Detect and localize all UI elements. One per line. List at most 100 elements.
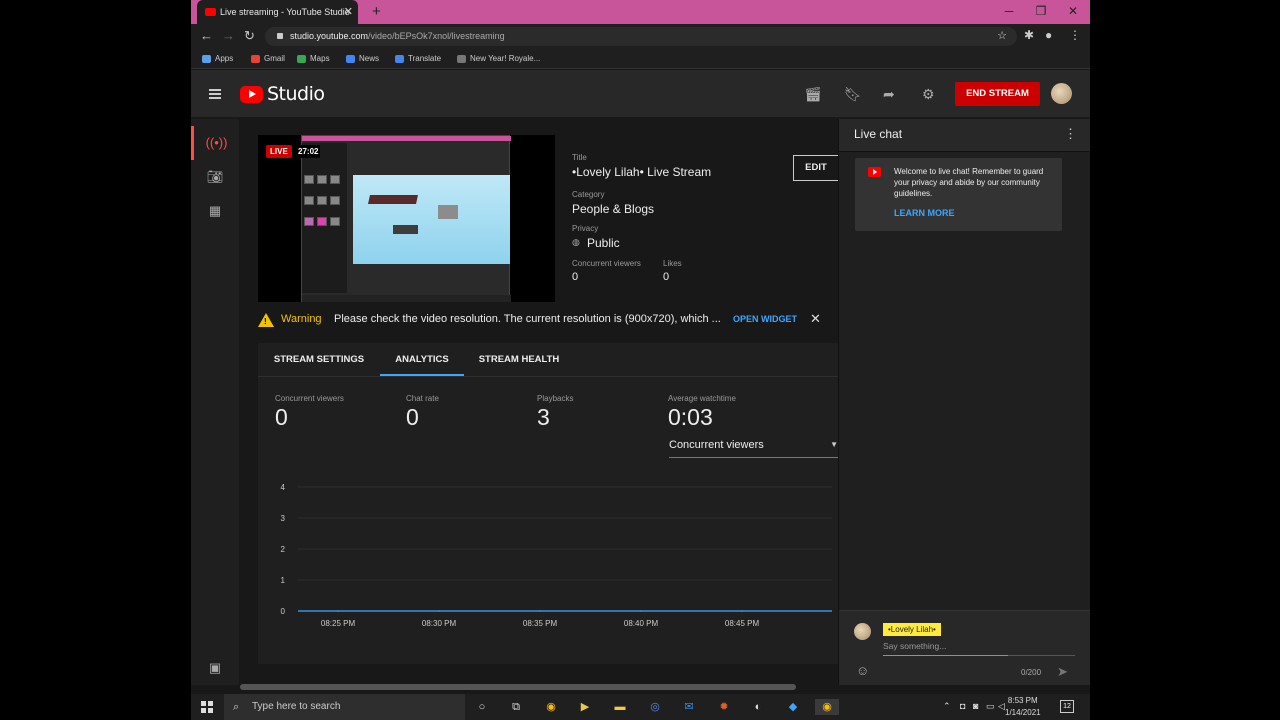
preview-tile	[317, 175, 327, 184]
stream-live-icon[interactable]: ((•))	[191, 126, 239, 160]
concurrent-viewers-value: 0	[572, 271, 579, 283]
bookmark-star-icon[interactable]: ☆	[997, 27, 1007, 46]
url-field[interactable]: studio.youtube.com/video/bEPsOk7xnol/liv…	[265, 27, 1017, 46]
media-player-icon[interactable]: ▶	[577, 699, 593, 715]
file-explorer-icon[interactable]: ▬	[612, 699, 628, 715]
chrome-alt-icon[interactable]: ◎	[647, 699, 663, 715]
reload-icon[interactable]: ↻	[244, 27, 255, 45]
browser-menu-icon[interactable]: ⋮	[1069, 28, 1081, 42]
warning-icon: !	[258, 313, 274, 327]
analytics-panel: Concurrent viewers 0 Chat rate 0 Playbac…	[258, 377, 838, 664]
settings-gear-icon[interactable]: ⚙	[922, 86, 935, 103]
menu-icon[interactable]	[209, 89, 221, 99]
chart-y-tick-label: 2	[281, 545, 286, 554]
clapperboard-icon[interactable]: 🎬︎	[804, 86, 822, 103]
bookmark-apps[interactable]: Apps	[202, 49, 233, 69]
address-bar-row: ← → ↻ studio.youtube.com/video/bEPsOk7xn…	[191, 24, 1090, 49]
taskbar-search-input[interactable]: ⌕ Type here to search	[224, 694, 465, 720]
mail-icon[interactable]: ✉	[681, 699, 697, 715]
minimize-button[interactable]: ─	[994, 0, 1024, 24]
warning-title: Warning	[281, 313, 322, 325]
send-icon[interactable]: ➤	[1057, 664, 1068, 680]
close-tab-icon[interactable]: ✕	[344, 0, 353, 24]
tab-analytics[interactable]: ANALYTICS	[380, 343, 464, 376]
app-icon[interactable]: ✹	[716, 699, 732, 715]
volume-icon[interactable]: ◁	[998, 701, 1005, 712]
tab-stream-health[interactable]: STREAM HEALTH	[464, 343, 574, 376]
feedback-icon[interactable]: ▣	[191, 651, 239, 685]
live-badge: LIVE	[266, 145, 292, 158]
obs-icon[interactable]: ◐	[750, 699, 766, 715]
restore-button[interactable]: ❐	[1026, 0, 1056, 24]
warning-text: Please check the video resolution. The c…	[334, 313, 721, 325]
gmail-icon	[251, 55, 260, 63]
chart-x-tick-label: 08:40 PM	[624, 619, 659, 628]
main-content: LIVE 27:02 Title •Lovely Lilah• Live Str…	[239, 119, 839, 685]
windows-start-icon[interactable]	[201, 701, 213, 713]
chat-title: Live chat	[854, 127, 903, 141]
forward-icon[interactable]: →	[222, 27, 235, 45]
network-icon[interactable]: ▭	[986, 701, 995, 712]
preview-tile	[330, 217, 340, 226]
tray-app-icon[interactable]: ◙	[973, 701, 978, 711]
youtube-icon	[868, 167, 881, 177]
bookmark-icon[interactable]: 🔖︎	[844, 86, 862, 103]
youtube-logo-icon[interactable]	[240, 86, 263, 103]
close-window-button[interactable]: ✕	[1058, 0, 1088, 24]
tray-chevron-icon[interactable]: ⌃	[943, 701, 951, 712]
share-icon[interactable]: ➦	[883, 86, 895, 103]
account-avatar[interactable]	[1051, 83, 1072, 104]
bookmarks-bar: Apps Gmail Maps News Translate New Year!…	[191, 49, 1090, 69]
learn-more-link[interactable]: LEARN MORE	[894, 208, 955, 218]
open-widget-link[interactable]: OPEN WIDGET	[733, 314, 797, 324]
bookmark-translate[interactable]: Translate	[395, 49, 441, 69]
calendar-icon[interactable]: ▦	[191, 194, 239, 228]
maps-icon	[297, 55, 306, 63]
preview-tile	[330, 196, 340, 205]
tray-app-icon[interactable]: ◘	[960, 701, 965, 711]
page-icon	[457, 55, 466, 63]
extensions-icon[interactable]: ✱	[1024, 28, 1034, 42]
preview-game-view	[353, 175, 510, 264]
preview-platform	[368, 195, 418, 204]
chart-y-tick-label: 4	[281, 483, 286, 492]
emoji-icon[interactable]: ☺	[856, 663, 869, 678]
live-chat-panel: Live chat ⋮ Welcome to live chat! Rememb…	[838, 119, 1090, 685]
warning-banner: ! Warning Please check the video resolut…	[258, 305, 838, 335]
chat-avatar	[854, 623, 871, 640]
bookmark-maps[interactable]: Maps	[297, 49, 330, 69]
chat-char-counter: 0/200	[1021, 668, 1042, 677]
horizontal-scrollbar[interactable]	[240, 684, 796, 690]
preview-tile	[317, 196, 327, 205]
bookmark-news[interactable]: News	[346, 49, 379, 69]
profile-icon[interactable]: ●	[1045, 28, 1052, 42]
browser-tab[interactable]: Live streaming - YouTube Studio ✕	[197, 0, 358, 24]
chat-message-input[interactable]: Say something...	[883, 641, 1075, 656]
metric-dropdown[interactable]: Concurrent viewers ▼	[669, 436, 838, 458]
new-tab-button[interactable]: +	[372, 0, 381, 24]
camera-icon[interactable]: 📷︎	[191, 160, 239, 194]
stat-playbacks-label: Playbacks	[537, 394, 574, 403]
preview-tile	[317, 217, 327, 226]
task-view-icon[interactable]: ⧉	[508, 699, 524, 715]
taskbar-clock[interactable]: 8:53 PM 1/14/2021	[1005, 695, 1041, 719]
stream-preview[interactable]: LIVE 27:02	[258, 135, 555, 302]
more-options-icon[interactable]: ⋮	[1064, 126, 1077, 142]
edit-button[interactable]: EDIT	[793, 155, 839, 181]
close-warning-icon[interactable]: ✕	[810, 311, 821, 327]
cortana-icon[interactable]: ○	[474, 699, 490, 715]
bookmark-gmail[interactable]: Gmail	[251, 49, 285, 69]
back-icon[interactable]: ←	[200, 27, 213, 45]
translate-icon	[395, 55, 404, 63]
roblox-studio-icon[interactable]: ◆	[785, 699, 801, 715]
category-label: Category	[572, 190, 605, 199]
notifications-icon[interactable]: 12	[1060, 700, 1074, 713]
tab-stream-settings[interactable]: STREAM SETTINGS	[258, 343, 380, 376]
bookmark-new-year-royale[interactable]: New Year! Royale...	[457, 49, 540, 69]
preview-platform	[438, 205, 458, 219]
chart-x-tick-label: 08:45 PM	[725, 619, 760, 628]
chrome-active-icon[interactable]: ◉	[815, 699, 839, 715]
end-stream-button[interactable]: END STREAM	[955, 82, 1040, 106]
chat-username: •Lovely Lilah•	[883, 623, 941, 636]
chrome-icon[interactable]: ◉	[543, 699, 559, 715]
